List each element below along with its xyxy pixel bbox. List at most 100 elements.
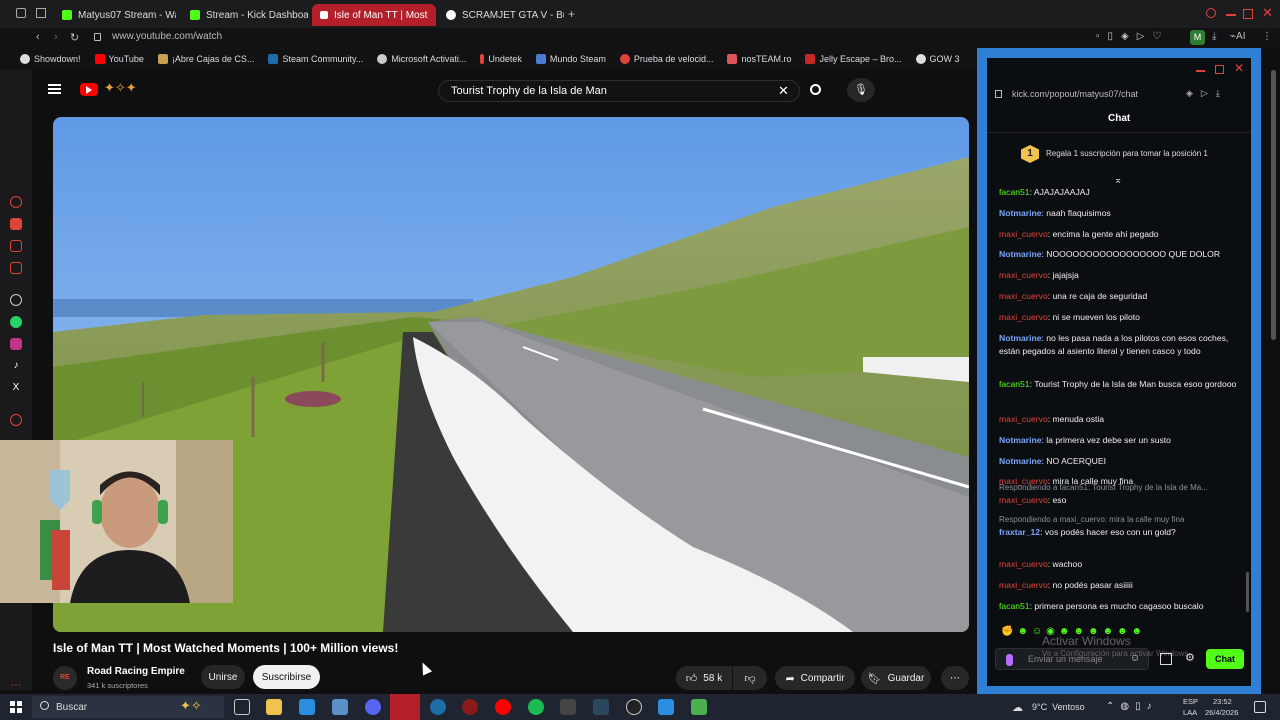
gift-subscription-text[interactable]: Regala 1 suscripción para tomar la posic… <box>1046 149 1208 158</box>
app-icon-4[interactable] <box>332 699 348 715</box>
browser-more-icon[interactable]: ⋮ <box>1262 31 1272 42</box>
chat-close-icon[interactable]: ✕ <box>1234 61 1244 75</box>
chat-reply-reference[interactable]: Respondiendo a facan51: Tourist Trophy d… <box>999 481 1239 494</box>
chat-username[interactable]: maxi_cuervo <box>999 580 1048 590</box>
bookmark-microsoft-activation[interactable]: Microsoft Activati... <box>377 54 466 64</box>
share-button[interactable]: ➦ Compartir <box>775 666 855 690</box>
reload-icon[interactable]: ↻ <box>70 31 79 44</box>
app-icon-blue[interactable] <box>658 699 674 715</box>
tab-youtube-isle-of-man[interactable]: Isle of Man TT | Most <box>312 4 436 26</box>
pinned-toggle-icon[interactable]: ⌅ <box>1114 175 1122 186</box>
download-icon[interactable]: ⤓ <box>1212 31 1216 42</box>
chat-username[interactable]: fraxtar_12 <box>999 527 1040 537</box>
chat-url[interactable]: kick.com/popout/matyus07/chat <box>1012 89 1138 99</box>
chat-username[interactable]: Notmarine <box>999 435 1042 445</box>
profile-avatar[interactable]: M <box>1190 30 1205 45</box>
file-explorer-icon[interactable] <box>266 699 282 715</box>
chat-username[interactable]: maxi_cuervo <box>999 312 1048 322</box>
language-top[interactable]: ESP <box>1183 697 1198 706</box>
app-icon-devil[interactable] <box>462 699 478 715</box>
maximize-window-icon[interactable] <box>1243 9 1253 19</box>
youtube-taskbar-icon[interactable] <box>495 699 511 715</box>
chat-reply-reference[interactable]: Respondiendo a maxi_cuervo: mira la call… <box>999 513 1239 526</box>
bookmark-mundo-steam[interactable]: Mundo Steam <box>535 54 606 64</box>
language-bottom[interactable]: LAA <box>1183 708 1197 717</box>
spotify-icon[interactable] <box>528 699 544 715</box>
chat-username[interactable]: maxi_cuervo <box>999 559 1048 569</box>
chat-username[interactable]: facan51 <box>999 601 1030 611</box>
forward-icon[interactable]: › <box>54 31 58 43</box>
tiktok-icon[interactable]: ♪ <box>10 360 22 372</box>
whatsapp-icon[interactable] <box>10 316 22 328</box>
chat-scrollbar[interactable] <box>1246 572 1249 612</box>
clear-search-icon[interactable]: ✕ <box>778 83 789 99</box>
chat-username[interactable]: Notmarine <box>999 249 1042 259</box>
close-window-icon[interactable]: ✕ <box>1262 5 1273 21</box>
sidebar-icon-1[interactable] <box>10 196 22 208</box>
chat-extension-icons[interactable]: ◈▷⤓ <box>1186 88 1228 99</box>
browser-menu-icon[interactable] <box>16 8 26 18</box>
steam-app-icon[interactable] <box>593 699 609 715</box>
save-button[interactable]: 🔖︎ Guardar <box>861 666 931 690</box>
chat-username[interactable]: facan51 <box>999 379 1030 389</box>
chat-minimize-icon[interactable] <box>1196 70 1205 72</box>
obs-icon[interactable] <box>626 699 642 715</box>
system-tray-icons[interactable]: ⌃◍▯♪ <box>1106 701 1158 712</box>
task-view-icon[interactable] <box>234 699 250 715</box>
like-button[interactable]: 👍︎ 58 k <box>676 666 732 690</box>
chat-username[interactable]: maxi_cuervo <box>999 495 1048 505</box>
tab-kick-dashboard[interactable]: Stream - Kick Dashboard <box>182 4 308 26</box>
voice-search-icon[interactable]: 🎙 <box>847 78 875 102</box>
notifications-icon[interactable] <box>1254 701 1266 713</box>
x-twitter-icon[interactable]: X <box>10 382 22 394</box>
page-scrollbar[interactable] <box>1271 70 1276 340</box>
instagram-icon[interactable] <box>10 338 22 350</box>
chat-username[interactable]: facan51 <box>999 187 1030 197</box>
search-tabs-icon[interactable] <box>1206 8 1216 18</box>
search-icon[interactable] <box>810 84 821 95</box>
tab-kick-watch[interactable]: Matyus07 Stream - Watch <box>54 4 176 26</box>
channel-name[interactable]: Road Racing Empire <box>87 666 185 677</box>
chat-username[interactable]: maxi_cuervo <box>999 229 1048 239</box>
subscribe-button[interactable]: Suscribirse <box>253 665 320 689</box>
chat-username[interactable]: Notmarine <box>999 333 1042 343</box>
steam-taskbar-icon[interactable] <box>430 699 446 715</box>
extensions-icons[interactable]: ▫▯◈▷♡ <box>1096 31 1169 42</box>
more-actions-button[interactable]: ⋯ <box>941 666 969 690</box>
ai-button[interactable]: ⌁AI <box>1230 31 1245 42</box>
audio-app-icon[interactable] <box>560 699 576 715</box>
bookmark-cajas-cs[interactable]: ¡Abre Cajas de CS... <box>157 54 254 64</box>
discord-like-icon[interactable] <box>365 699 381 715</box>
sidebar-icon-bottom[interactable] <box>10 414 22 426</box>
bookmark-youtube[interactable]: YouTube <box>94 54 144 64</box>
search-input[interactable]: Tourist Trophy de la Isla de Man <box>438 80 800 102</box>
bookmark-showdown[interactable]: Showdown! <box>20 54 81 64</box>
windows-start-icon[interactable] <box>10 701 22 713</box>
chat-maximize-icon[interactable] <box>1215 65 1224 74</box>
bookmark-steam-community[interactable]: Steam Community... <box>268 54 363 64</box>
bookmark-undetek[interactable]: Undetek <box>480 54 522 64</box>
sidebar-icon-2[interactable] <box>10 218 22 230</box>
tabs-overview-icon[interactable] <box>36 8 46 18</box>
app-icon-green[interactable] <box>691 699 707 715</box>
sidebar-icon-3[interactable] <box>10 240 22 252</box>
clock-date[interactable]: 26/4/2026 <box>1205 708 1238 717</box>
opera-gx-icon[interactable] <box>390 694 420 720</box>
store-icon[interactable] <box>299 699 315 715</box>
join-button[interactable]: Unirse <box>201 665 245 689</box>
clock-time[interactable]: 23:52 <box>1213 697 1232 706</box>
send-chat-button[interactable]: Chat <box>1206 649 1244 669</box>
chat-username[interactable]: Notmarine <box>999 208 1042 218</box>
channel-avatar[interactable]: RE <box>53 666 77 690</box>
chat-username[interactable]: Notmarine <box>999 456 1042 466</box>
bookmark-nosteam[interactable]: nosTEAM.ro <box>727 54 791 64</box>
new-tab-icon[interactable]: + <box>568 7 575 21</box>
bookmark-jelly-escape[interactable]: Jelly Escape – Bro... <box>805 54 902 64</box>
dislike-button[interactable]: 👎︎ <box>733 666 767 690</box>
minimize-window-icon[interactable] <box>1226 14 1236 16</box>
sidebar-more-icon[interactable]: ⋯ <box>10 680 22 692</box>
chat-username[interactable]: maxi_cuervo <box>999 270 1048 280</box>
chat-username[interactable]: maxi_cuervo <box>999 414 1048 424</box>
tab-google-scramjet[interactable]: SCRAMJET GTA V - Busca <box>438 4 564 26</box>
taskbar-search-input[interactable]: Buscar ✦✧ <box>32 696 224 718</box>
